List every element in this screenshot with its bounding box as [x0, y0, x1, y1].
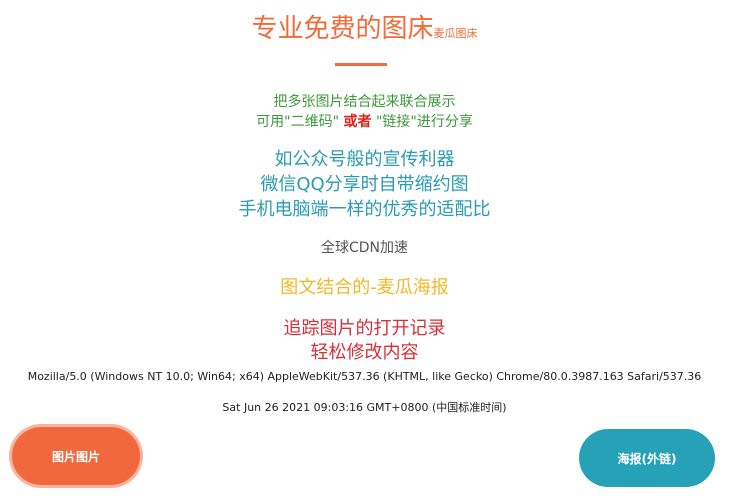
tracking-line-1: 追踪图片的打开记录	[283, 318, 446, 339]
page: 专业免费的图床麦瓜图床 把多张图片结合起来联合展示 可用"二维码" 或者 "链接…	[0, 0, 729, 499]
cdn-line: 全球CDN加速	[320, 240, 409, 256]
poster-link-button[interactable]: 海报(外链)	[579, 429, 715, 487]
title-divider	[335, 63, 387, 66]
feature-line-2: 微信QQ分享时自带缩约图	[260, 174, 469, 195]
image-button-label: 图片图片	[51, 449, 100, 464]
datetime-text: Sat Jun 26 2021 09:03:16 GMT+0800 (中国标准时…	[222, 401, 507, 414]
intro-line-1: 把多张图片结合起来联合展示	[273, 94, 456, 110]
page-subtitle: 麦瓜图床	[433, 27, 478, 40]
feature-line-3: 手机电脑端一样的优秀的适配比	[238, 199, 491, 220]
poster-link-button-label: 海报(外链)	[617, 451, 677, 466]
image-button[interactable]: 图片图片	[12, 427, 140, 485]
page-title-row: 专业免费的图床麦瓜图床	[0, 8, 729, 45]
intro-line-2-highlight: 或者	[343, 114, 372, 130]
tracking-line-2: 轻松修改内容	[310, 342, 419, 363]
intro-line-2-prefix: 可用"二维码"	[256, 114, 344, 130]
feature-line-1: 如公众号般的宣传利器	[274, 149, 455, 170]
page-title: 专业免费的图床	[251, 14, 434, 44]
poster-feature-line: 图文结合的-麦瓜海报	[280, 277, 449, 298]
intro-line-2-suffix: "链接"进行分享	[371, 114, 473, 130]
user-agent-text: Mozilla/5.0 (Windows NT 10.0; Win64; x64…	[27, 370, 702, 383]
intro-line-2: 可用"二维码" 或者 "链接"进行分享	[0, 111, 729, 131]
